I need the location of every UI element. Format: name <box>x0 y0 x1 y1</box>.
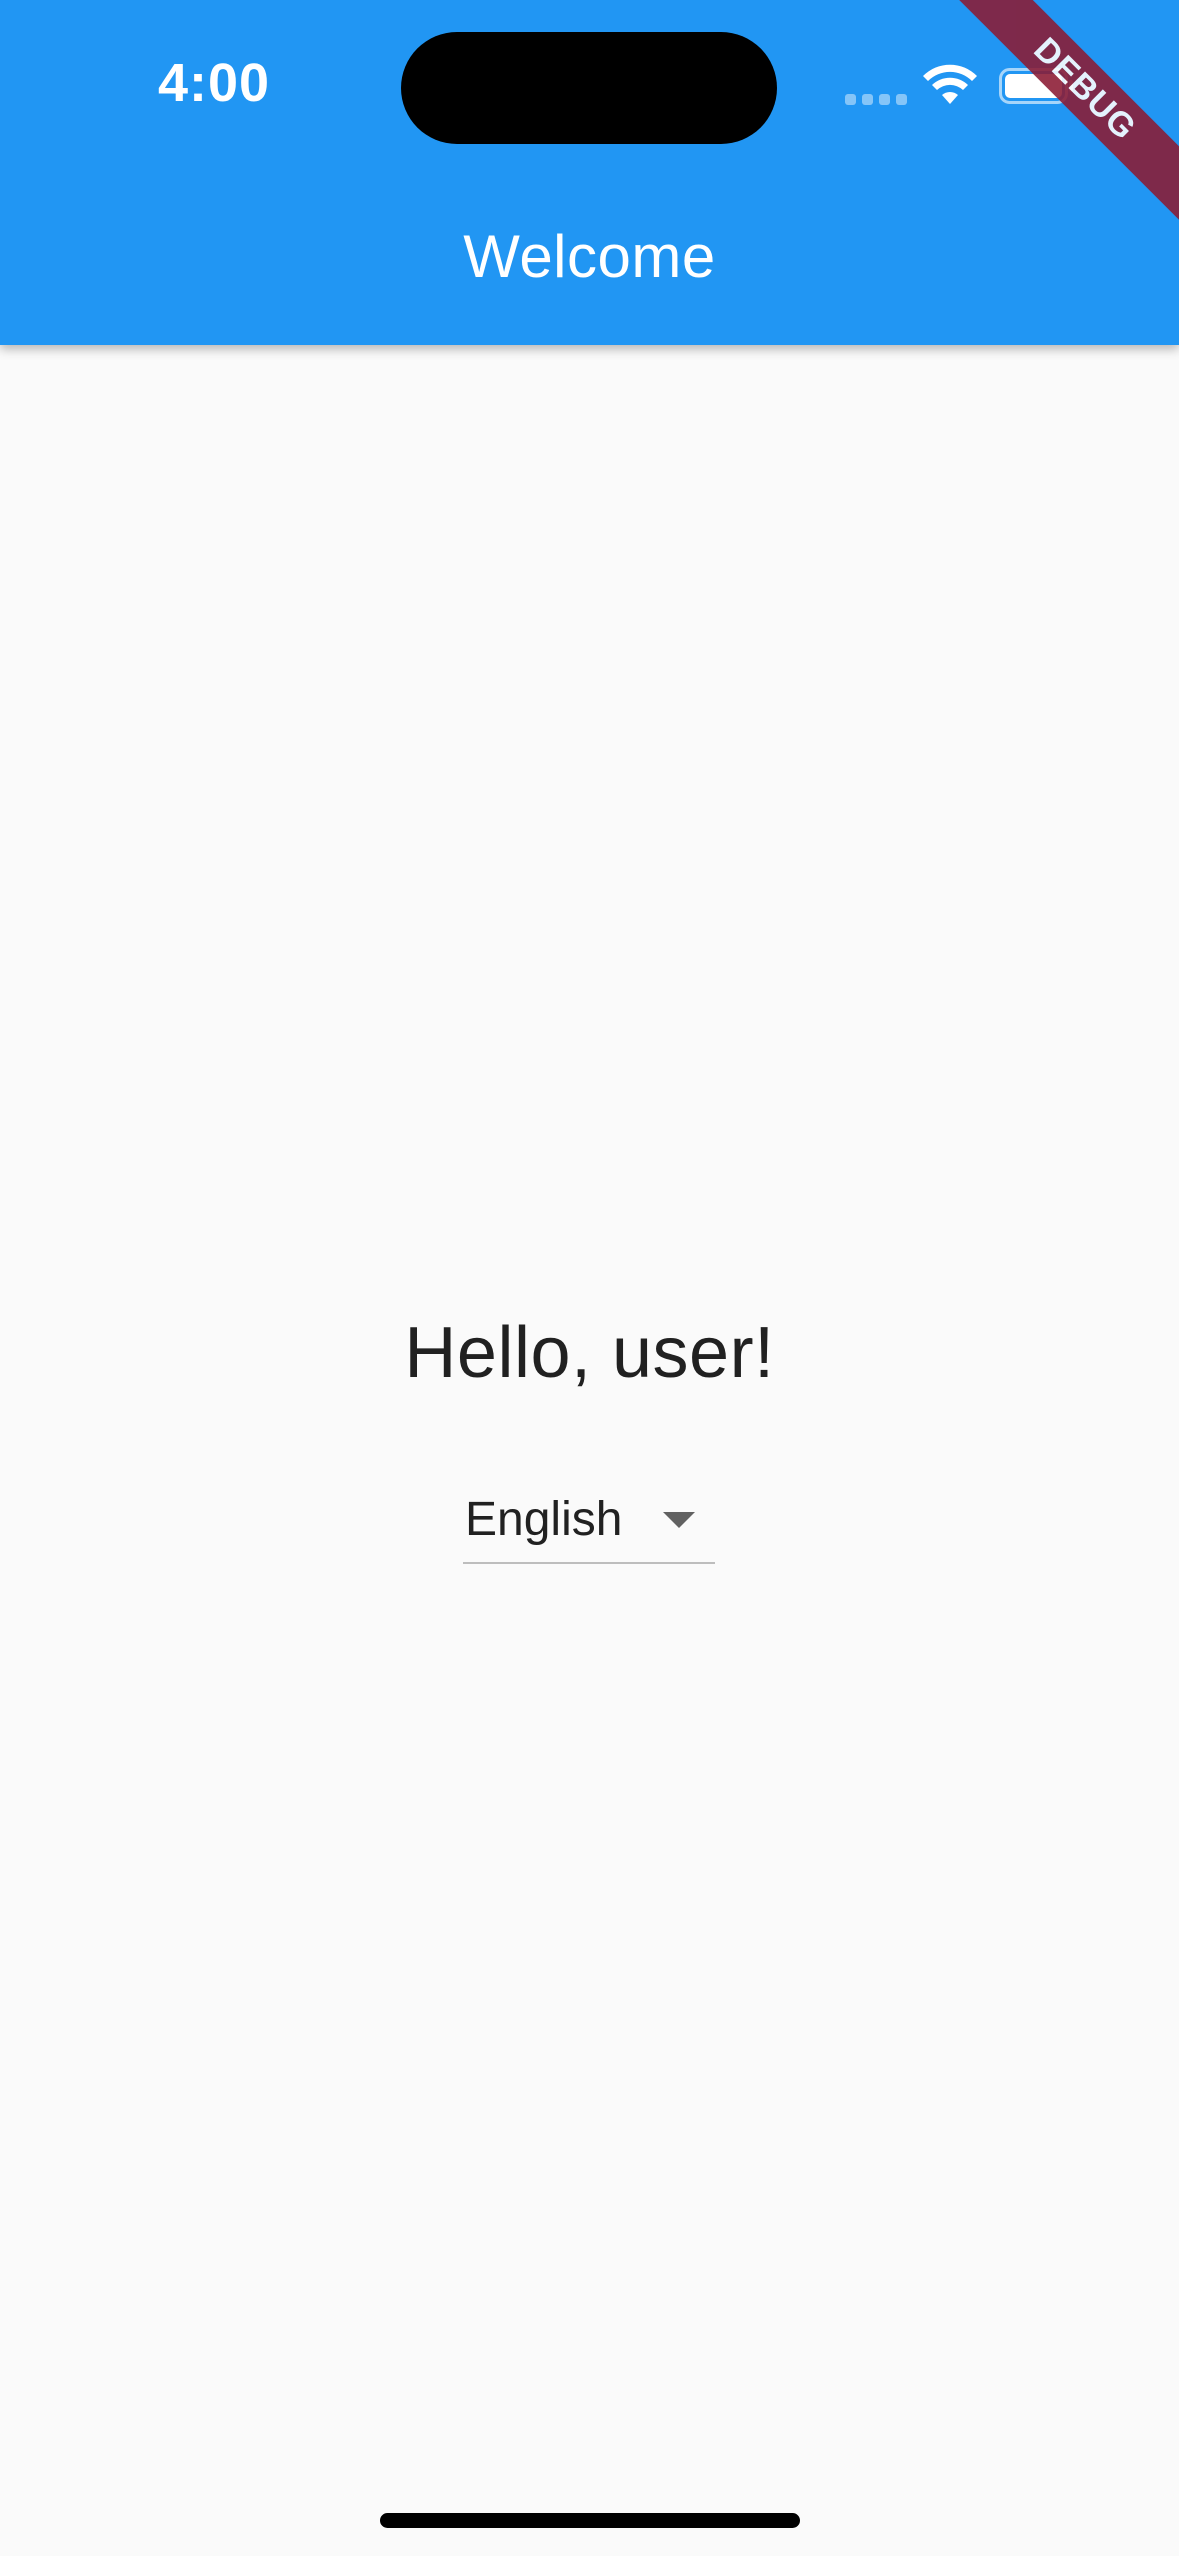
dynamic-island <box>401 32 777 144</box>
cellular-signal-icon <box>845 94 907 105</box>
wifi-icon <box>923 64 977 104</box>
app-bar: 4:00 Welcome <box>0 0 1179 345</box>
page-title: Welcome <box>463 223 716 290</box>
home-indicator[interactable] <box>380 2513 800 2528</box>
greeting-text: Hello, user! <box>404 1313 775 1393</box>
status-time: 4:00 <box>158 53 271 113</box>
screen: 4:00 Welcome DEBUG Hello, user! English <box>0 0 1179 2556</box>
language-dropdown[interactable]: English <box>463 1468 715 1564</box>
language-dropdown-value: English <box>465 1493 623 1546</box>
dropdown-arrow-icon <box>663 1512 695 1528</box>
